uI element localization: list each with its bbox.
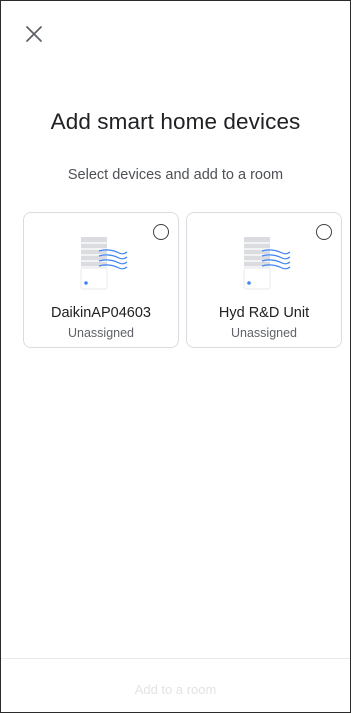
device-select-radio[interactable] bbox=[316, 224, 332, 240]
device-status: Unassigned bbox=[230, 326, 297, 340]
page-title: Add smart home devices bbox=[50, 109, 301, 134]
add-to-room-button[interactable]: Add to a room bbox=[1, 682, 350, 697]
air-conditioner-icon bbox=[80, 237, 128, 290]
device-name: DaikinAP04603 bbox=[51, 305, 151, 321]
add-devices-screen: Add smart home devices Select devices an… bbox=[0, 0, 351, 713]
page-subtitle: Select devices and add to a room bbox=[67, 167, 284, 183]
device-card-daikin[interactable]: DaikinAP04603 Unassigned bbox=[23, 212, 179, 348]
air-conditioner-icon bbox=[243, 237, 291, 290]
footer-divider bbox=[1, 658, 350, 659]
device-select-radio[interactable] bbox=[153, 224, 169, 240]
device-name: Hyd R&D Unit bbox=[218, 305, 310, 321]
device-card-hyd-rd-unit[interactable]: Hyd R&D Unit Unassigned bbox=[186, 212, 342, 348]
device-status: Unassigned bbox=[67, 326, 134, 340]
close-icon[interactable] bbox=[23, 23, 45, 45]
